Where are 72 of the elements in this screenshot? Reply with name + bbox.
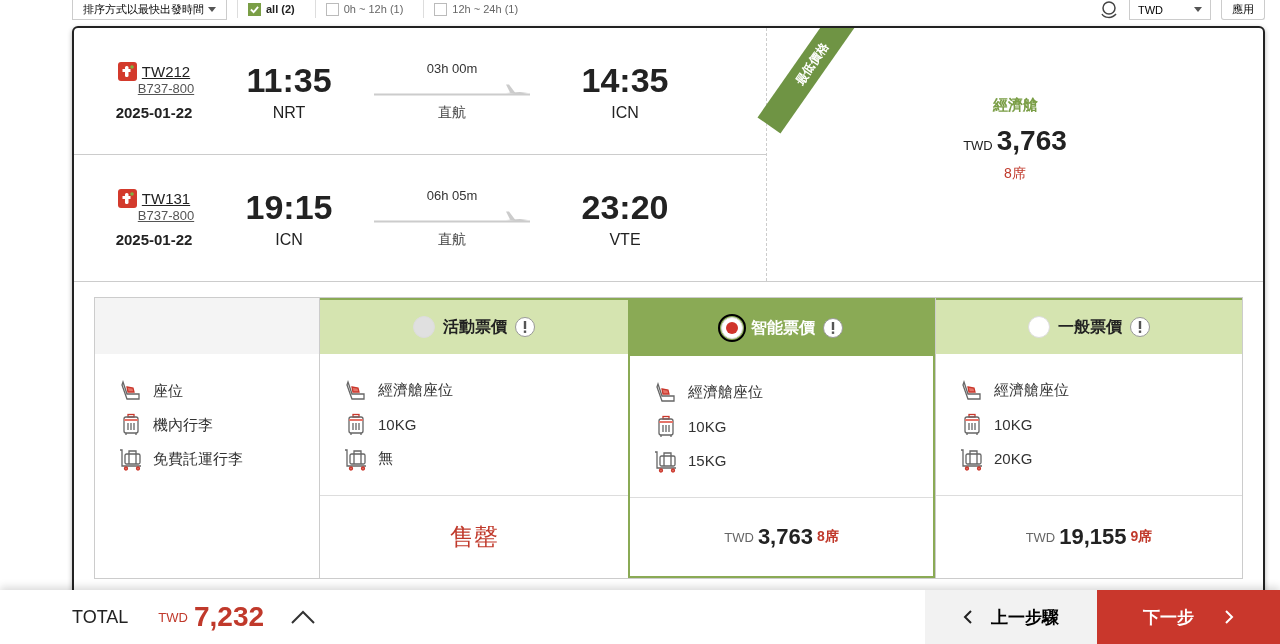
airline-logo-icon	[117, 61, 137, 81]
feature-label: 座位	[153, 381, 183, 401]
chevron-up-icon[interactable]	[290, 609, 317, 625]
info-icon[interactable]	[822, 318, 843, 338]
currency-label: TWD	[963, 138, 993, 153]
departure-time: 11:35	[246, 60, 332, 100]
currency-select[interactable]: TWD	[1129, 0, 1211, 20]
caret-icon	[1194, 7, 1202, 12]
flight-date: 2025-01-22	[115, 103, 193, 121]
departure-airport: NRT	[272, 103, 306, 122]
back-button[interactable]: 上一步驟	[925, 590, 1097, 644]
fare-price: 19,155	[1059, 524, 1127, 550]
info-icon[interactable]	[515, 317, 535, 337]
duration-filter-checkbox[interactable]: 0h ~ 12h (1)	[314, 0, 414, 18]
seats-left: 8席	[1004, 165, 1026, 183]
aircraft-link[interactable]: B737-800	[137, 208, 195, 223]
luggage-cart-icon	[960, 446, 984, 471]
feature-label: 免費託運行李	[153, 449, 243, 469]
currency-label: TWD	[1025, 529, 1056, 545]
cabin-class: 經濟艙	[992, 96, 1038, 115]
seats-left: 9席	[1130, 528, 1153, 546]
seat-icon	[654, 380, 678, 405]
arrival-time: 23:20	[581, 188, 669, 227]
flight-date: 2025-01-22	[115, 231, 193, 248]
total-label: TOTAL	[72, 606, 129, 628]
arrival-time: 14:35	[581, 60, 669, 100]
aircraft-link[interactable]: B737-800	[137, 80, 195, 96]
feature-value: 10KG	[994, 416, 1033, 433]
flight-number-link[interactable]: TW131	[141, 190, 191, 207]
flight-duration: 06h 05m	[426, 188, 478, 203]
sort-select[interactable]: 排序方式以最快出發時間	[72, 0, 227, 20]
airline-logo-icon	[117, 189, 137, 208]
fare-price: 3,763	[757, 524, 813, 550]
feature-value: 經濟艙座位	[688, 383, 763, 402]
feature-value: 10KG	[378, 416, 417, 433]
next-button[interactable]: 下一步	[1097, 590, 1280, 644]
seat-icon	[119, 379, 143, 403]
departure-time: 19:15	[245, 188, 333, 227]
currency-label: TWD	[724, 529, 754, 545]
arrival-airport: ICN	[611, 103, 639, 122]
chevron-left-icon	[963, 609, 973, 625]
seat-icon	[344, 378, 368, 403]
duration-filter-checkbox[interactable]: 12h ~ 24h (1)	[423, 0, 529, 18]
feature-value: 20KG	[994, 450, 1033, 467]
feature-label: 機內行李	[153, 415, 213, 435]
checkmark-icon	[250, 4, 259, 14]
total-amount: 7,232	[193, 601, 265, 633]
price-amount: 3,763	[996, 125, 1067, 157]
stops-label: 直航	[438, 103, 466, 122]
stops-label: 直航	[438, 231, 466, 249]
sold-out-label: 售罄	[450, 522, 498, 552]
feature-value: 經濟艙座位	[378, 381, 453, 400]
info-icon[interactable]	[1130, 317, 1150, 337]
feature-value: 10KG	[688, 418, 727, 435]
departure-airport: ICN	[275, 231, 303, 249]
fare-option[interactable]: 一般票價	[1028, 316, 1122, 338]
arrival-airport: VTE	[609, 231, 641, 249]
caret-icon	[208, 7, 216, 12]
feature-value: 15KG	[688, 452, 727, 469]
feature-value: 無	[378, 449, 393, 468]
flight-duration: 03h 00m	[426, 60, 478, 76]
apply-button[interactable]: 應用	[1221, 0, 1265, 20]
chevron-right-icon	[1224, 609, 1234, 625]
currency-label: TWD	[158, 609, 188, 625]
luggage-cart-icon	[654, 448, 678, 473]
seats-left: 8席	[816, 528, 839, 546]
luggage-cart-icon	[344, 446, 368, 471]
seat-icon	[960, 378, 984, 403]
feature-value: 經濟艙座位	[994, 381, 1069, 400]
luggage-cart-icon	[119, 447, 143, 471]
flight-number-link[interactable]: TW212	[141, 62, 191, 80]
duration-filter-checkbox[interactable]: all (2)	[237, 0, 305, 18]
